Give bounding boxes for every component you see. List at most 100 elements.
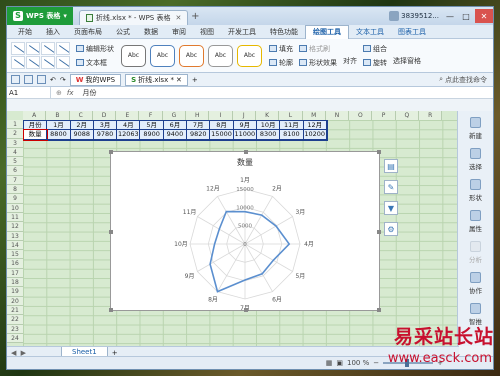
menu-item[interactable]: 视图 bbox=[193, 25, 221, 39]
table-cell[interactable]: 9088 bbox=[70, 130, 94, 140]
my-wps-tab[interactable]: W 我的WPS bbox=[69, 73, 122, 86]
add-tab-button[interactable]: + bbox=[192, 76, 198, 84]
maximize-button[interactable]: □ bbox=[459, 9, 473, 23]
resize-handle[interactable] bbox=[377, 308, 381, 312]
table-cell[interactable]: 11月 bbox=[280, 121, 304, 131]
edit-shape-button[interactable]: 编辑形状 bbox=[76, 44, 114, 54]
line-style-gallery[interactable] bbox=[11, 42, 70, 69]
zoom-level[interactable]: 100 % bbox=[347, 359, 369, 367]
row-header[interactable]: 4 bbox=[7, 147, 23, 158]
table-cell[interactable]: 8800 bbox=[47, 130, 71, 140]
menu-item[interactable]: 开发工具 bbox=[221, 25, 263, 39]
column-header[interactable]: R bbox=[419, 111, 443, 120]
column-header[interactable]: O bbox=[349, 111, 373, 120]
row-header[interactable]: 7 bbox=[7, 175, 23, 186]
table-cell[interactable]: 9月 bbox=[233, 121, 257, 131]
line-style-option[interactable] bbox=[11, 42, 25, 55]
task-pane-item[interactable]: 形状 bbox=[469, 179, 482, 202]
print-icon[interactable] bbox=[24, 75, 33, 84]
line-style-option[interactable] bbox=[56, 42, 70, 55]
column-header[interactable]: H bbox=[186, 111, 210, 120]
shape-style-option[interactable]: Abc bbox=[121, 44, 146, 67]
close-tab-icon[interactable]: ✕ bbox=[175, 14, 181, 22]
table-cell[interactable]: 2月 bbox=[70, 121, 94, 131]
column-header[interactable]: D bbox=[92, 111, 117, 120]
task-pane-item[interactable]: 分析 bbox=[469, 241, 482, 264]
menu-item[interactable]: 页面布局 bbox=[67, 25, 109, 39]
column-header[interactable]: F bbox=[139, 111, 163, 120]
normal-view-icon[interactable]: ▦ bbox=[326, 359, 333, 367]
table-cell[interactable]: 8300 bbox=[256, 130, 281, 140]
spreadsheet-grid[interactable]: ABCDEFGHIJKLMNOPQR 1 2 3 4 5 6 7 8 9 10 11 12 13 14 15… bbox=[7, 111, 459, 346]
menu-item[interactable]: 特色功能 bbox=[263, 25, 305, 39]
line-style-option[interactable] bbox=[26, 42, 40, 55]
table-cell[interactable]: 7月 bbox=[187, 121, 211, 131]
file-tab[interactable]: S 折线.xlsx * ✕ bbox=[125, 73, 188, 86]
fx-icon[interactable]: fx bbox=[67, 89, 74, 97]
line-style-option[interactable] bbox=[41, 42, 55, 55]
zoom-search-icon[interactable]: ⊕ bbox=[56, 89, 62, 97]
menu-item[interactable]: 公式 bbox=[109, 25, 137, 39]
align-button[interactable]: 对齐 bbox=[343, 56, 357, 66]
table-cell[interactable]: 6月 bbox=[163, 121, 188, 131]
shape-style-option[interactable]: Abc bbox=[208, 44, 233, 67]
task-pane-item[interactable]: 属性 bbox=[469, 210, 482, 233]
page-layout-icon[interactable]: ▣ bbox=[336, 359, 343, 367]
table-cell[interactable]: 15000 bbox=[210, 130, 234, 140]
column-header[interactable]: M bbox=[302, 111, 326, 120]
line-style-option[interactable] bbox=[41, 56, 55, 69]
menu-item[interactable]: 绘图工具 bbox=[305, 24, 349, 39]
line-style-option[interactable] bbox=[11, 56, 25, 69]
table-cell[interactable]: 12063 bbox=[117, 130, 141, 140]
column-header[interactable]: K bbox=[255, 111, 280, 120]
shape-style-option[interactable]: Abc bbox=[150, 44, 175, 67]
column-header[interactable]: N bbox=[325, 111, 350, 120]
user-avatar[interactable] bbox=[389, 11, 400, 21]
table-cell[interactable]: 3月 bbox=[93, 121, 118, 131]
rotate-button[interactable]: 旋转 bbox=[363, 58, 387, 68]
line-style-option[interactable] bbox=[56, 56, 70, 69]
row-header[interactable]: 3 bbox=[7, 138, 23, 148]
document-tab[interactable]: 折线.xlsx * - WPS 表格 ✕ bbox=[78, 10, 189, 25]
resize-handle[interactable] bbox=[377, 230, 381, 234]
table-cell[interactable]: 11000 bbox=[233, 130, 257, 140]
data-table[interactable]: 月份 1月 2月 3月 4月 5月 6月 7月 8月 9月 10月 11月 12月 数量 8800 9088 9… bbox=[22, 120, 328, 141]
row-header[interactable]: 20 bbox=[7, 296, 23, 306]
table-cell[interactable]: 数量 bbox=[22, 129, 49, 141]
row-header[interactable]: 1 bbox=[7, 120, 23, 130]
menu-item[interactable]: 数据 bbox=[137, 25, 165, 39]
resize-handle[interactable] bbox=[109, 150, 113, 154]
row-header[interactable]: 19 bbox=[7, 287, 23, 297]
table-cell[interactable]: 12月 bbox=[303, 121, 327, 131]
name-box[interactable]: A1 bbox=[7, 86, 51, 99]
chart-filter-icon[interactable]: ▼ bbox=[384, 201, 398, 215]
fill-button[interactable]: 填充 bbox=[269, 44, 293, 54]
column-header[interactable]: B bbox=[46, 111, 70, 120]
row-header[interactable]: 9 bbox=[7, 194, 23, 204]
column-header[interactable]: G bbox=[162, 111, 187, 120]
formula-input[interactable]: 月份 bbox=[78, 88, 96, 98]
table-cell[interactable]: 8900 bbox=[140, 130, 164, 140]
chart-elements-icon[interactable]: ▤ bbox=[384, 159, 398, 173]
row-header[interactable]: 2 bbox=[7, 129, 23, 139]
row-header[interactable]: 12 bbox=[7, 222, 23, 232]
row-header[interactable]: 22 bbox=[7, 315, 23, 325]
shape-style-option[interactable]: Abc bbox=[237, 44, 262, 67]
row-header[interactable]: 10 bbox=[7, 203, 23, 213]
task-pane-item[interactable]: 新建 bbox=[469, 117, 482, 140]
row-header[interactable]: 14 bbox=[7, 240, 23, 251]
table-cell[interactable]: 9780 bbox=[93, 130, 118, 140]
chart-style-brush-icon[interactable]: ✎ bbox=[384, 180, 398, 194]
row-header[interactable]: 16 bbox=[7, 259, 23, 269]
column-header[interactable]: A bbox=[23, 111, 47, 120]
row-header[interactable]: 18 bbox=[7, 278, 23, 288]
table-cell[interactable]: 8100 bbox=[280, 130, 304, 140]
user-name[interactable]: 3839512... bbox=[401, 12, 439, 20]
table-cell[interactable]: 10月 bbox=[256, 121, 281, 131]
undo-icon[interactable]: ↶ bbox=[50, 76, 56, 84]
shape-style-option[interactable]: Abc bbox=[179, 44, 204, 67]
resize-handle[interactable] bbox=[109, 230, 113, 234]
table-cell[interactable]: 5月 bbox=[140, 121, 164, 131]
save-icon[interactable] bbox=[11, 75, 20, 84]
outline-button[interactable]: 轮廓 bbox=[269, 58, 293, 68]
